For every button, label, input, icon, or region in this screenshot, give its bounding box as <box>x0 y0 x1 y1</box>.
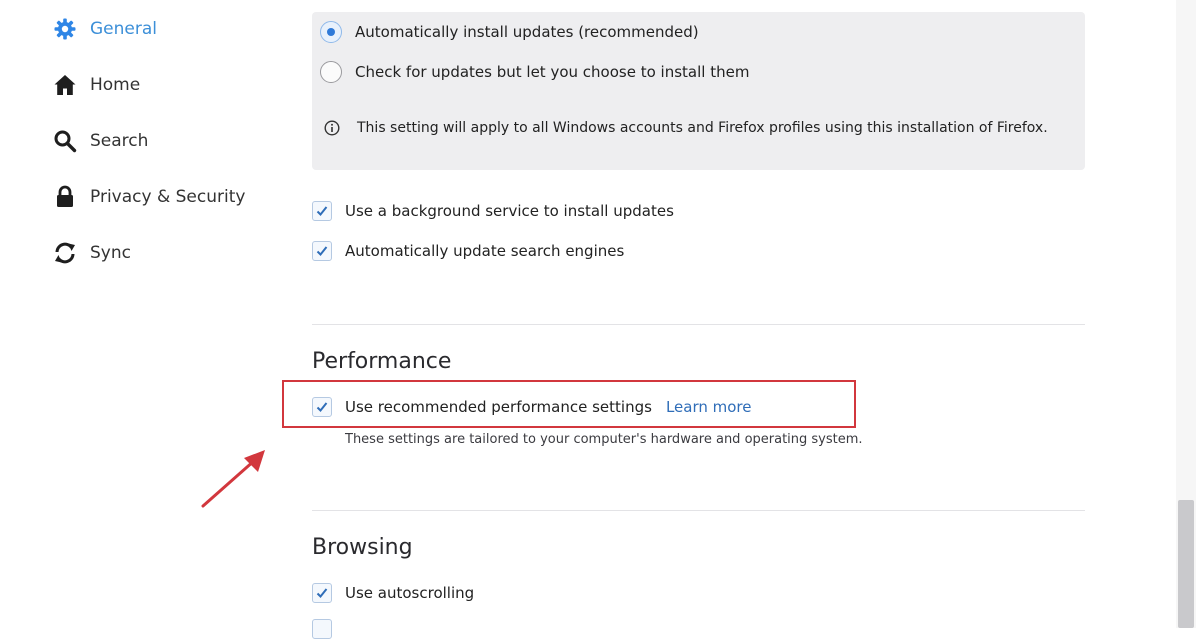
checkmark-icon <box>316 206 328 216</box>
performance-heading: Performance <box>312 349 452 374</box>
sync-icon <box>52 240 78 266</box>
radio-auto-install-updates[interactable]: Automatically install updates (recommend… <box>320 19 699 45</box>
sidebar-item-search[interactable]: Search <box>52 126 148 156</box>
sidebar-item-privacy-security[interactable]: Privacy & Security <box>52 182 245 212</box>
radio-button[interactable] <box>320 61 342 83</box>
checkmark-icon <box>316 588 328 598</box>
checkbox[interactable] <box>312 241 332 261</box>
sidebar-item-label: Home <box>90 75 141 95</box>
sidebar-item-sync[interactable]: Sync <box>52 238 131 268</box>
section-divider <box>312 324 1085 325</box>
checkbox-label: Automatically update search engines <box>345 242 625 260</box>
sidebar-nav: General Home Search Privacy & Security S… <box>0 0 290 628</box>
home-icon <box>52 72 78 98</box>
update-info-note: This setting will apply to all Windows a… <box>324 116 1064 140</box>
checkbox-autoscrolling[interactable]: Use autoscrolling <box>312 580 474 606</box>
info-icon <box>324 120 340 136</box>
performance-note: These settings are tailored to your comp… <box>345 432 863 447</box>
radio-button[interactable] <box>320 21 342 43</box>
radio-label: Check for updates but let you choose to … <box>355 63 750 81</box>
sidebar-item-label: Privacy & Security <box>90 187 246 207</box>
info-text: This setting will apply to all Windows a… <box>357 120 1048 136</box>
scrollbar-thumb[interactable] <box>1178 500 1194 628</box>
gear-icon <box>52 16 78 42</box>
sidebar-item-label: General <box>90 19 157 39</box>
sidebar-item-general[interactable]: General <box>52 14 157 44</box>
checkbox-background-service[interactable]: Use a background service to install upda… <box>312 198 674 224</box>
checkbox-partial[interactable] <box>312 619 332 639</box>
update-options-panel: Automatically install updates (recommend… <box>312 12 1085 170</box>
checkbox-update-search-engines[interactable]: Automatically update search engines <box>312 238 624 264</box>
checkbox[interactable] <box>312 583 332 603</box>
sidebar-item-home[interactable]: Home <box>52 70 140 100</box>
sidebar-item-label: Sync <box>90 243 131 263</box>
checkbox-recommended-performance[interactable]: Use recommended performance settings Lea… <box>312 394 751 420</box>
radio-label: Automatically install updates (recommend… <box>355 23 699 41</box>
checkbox-label: Use autoscrolling <box>345 584 475 602</box>
checkbox-label: Use a background service to install upda… <box>345 202 674 220</box>
checkbox[interactable] <box>312 397 332 417</box>
section-divider <box>312 510 1085 511</box>
settings-content: Automatically install updates (recommend… <box>312 0 1086 639</box>
browsing-heading: Browsing <box>312 535 413 560</box>
lock-icon <box>52 184 78 210</box>
checkmark-icon <box>316 402 328 412</box>
checkmark-icon <box>316 246 328 256</box>
checkbox[interactable] <box>312 201 332 221</box>
search-icon <box>52 128 78 154</box>
checkbox-label: Use recommended performance settings <box>345 398 652 416</box>
learn-more-link[interactable]: Learn more <box>666 398 752 416</box>
radio-check-for-updates[interactable]: Check for updates but let you choose to … <box>320 59 749 85</box>
sidebar-item-label: Search <box>90 131 149 151</box>
